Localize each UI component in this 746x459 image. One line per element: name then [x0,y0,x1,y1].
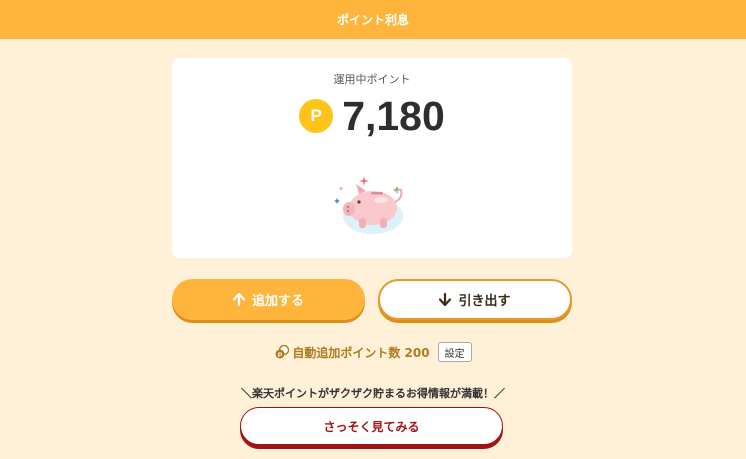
points-card: 運用中ポイント P 7,180 [172,58,572,258]
add-points-button[interactable]: 追加する [172,279,365,320]
auto-add-settings-button[interactable]: 設定 [437,342,472,362]
page-title: ポイント利息 [336,13,409,27]
promo-text: ＼楽天ポイントがザクザク貯まるお得情報が満載！／ [241,387,505,400]
auto-add-info: P 自動追加ポイント数 200 [274,344,430,361]
piggy-bank-illustration [334,176,403,234]
add-points-label: 追加する [251,294,304,309]
point-coin-icon: P [299,99,334,133]
balance-label: 運用中ポイント [333,73,411,86]
auto-add-text: 自動追加ポイント数 200 [292,345,430,360]
app-header: ポイント利息 [0,0,746,39]
withdraw-points-button[interactable]: 引き出す [378,279,572,320]
auto-add-row: P 自動追加ポイント数 200 設定 [0,341,746,363]
withdraw-points-label: 引き出す [458,294,511,309]
coin-stack-icon: P [274,345,290,359]
balance-value: 7,180 [342,92,445,139]
svg-text:P: P [278,352,283,359]
see-now-button[interactable]: さっそく見てみる [240,407,503,445]
arrow-down-icon [439,293,452,306]
balance-row: P 7,180 [172,92,572,140]
arrow-up-icon [232,293,245,306]
